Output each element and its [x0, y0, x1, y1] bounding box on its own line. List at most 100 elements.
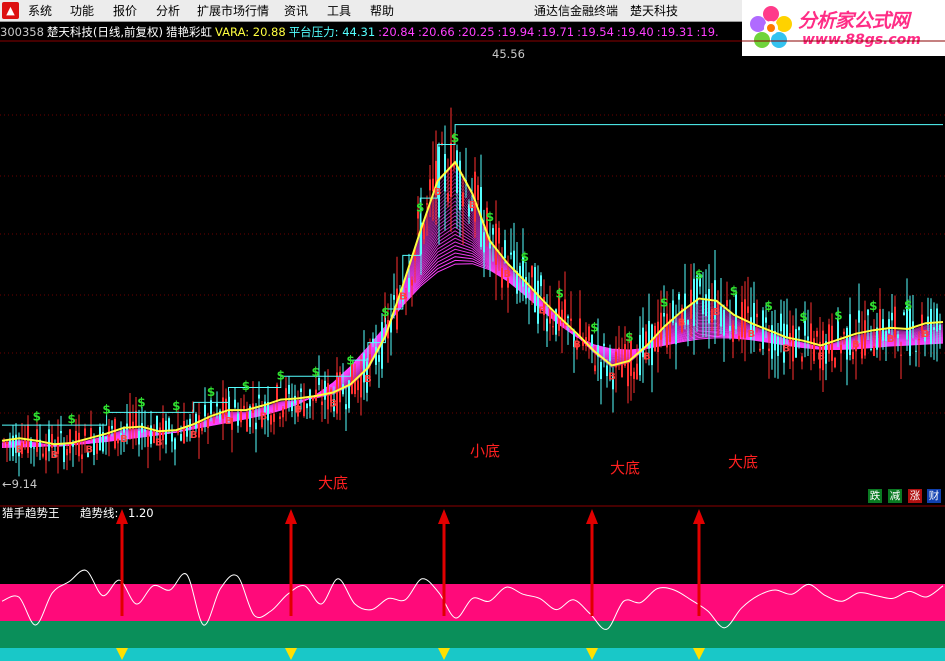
band-green: [0, 621, 945, 648]
flag-reduce[interactable]: 减: [888, 489, 902, 503]
buy-signal: $: [242, 379, 250, 393]
candle-body: [351, 363, 353, 394]
sell-signal: B: [50, 450, 58, 461]
stock-chart[interactable]: B $ B $ B $ B $ B $ B $ B $ B $ B $ B $ B $ B $ B $ B $ B $ B $ B $ B $ B $ B $…: [0, 40, 945, 661]
candle-body: [93, 439, 95, 455]
candle-body: [864, 320, 866, 356]
flag-rise[interactable]: 涨: [908, 489, 922, 503]
window-title-app: 通达信金融终端: [534, 4, 619, 18]
candle-body: [894, 306, 896, 338]
candle-body: [237, 413, 239, 426]
candle-body: [291, 402, 293, 412]
candle-body: [42, 453, 44, 457]
candle-body: [60, 430, 62, 434]
candle-body: [147, 435, 149, 447]
sell-signal: B: [922, 329, 930, 340]
candle-body: [234, 399, 236, 408]
candle-body: [792, 325, 794, 362]
buy-signal: $: [33, 410, 41, 424]
candle-body: [675, 322, 677, 345]
candle-body: [138, 430, 140, 445]
candle-body: [903, 312, 905, 316]
candle-body: [378, 355, 380, 362]
rainbow-line: [1, 215, 944, 447]
candle-body: [810, 323, 812, 343]
candle-body: [876, 327, 878, 350]
menu-item-help[interactable]: 帮助: [370, 3, 394, 19]
flag-finance[interactable]: 财: [927, 489, 941, 503]
candle-body: [63, 443, 65, 463]
menu-item-function[interactable]: 功能: [70, 3, 94, 19]
menu-item-extended-market[interactable]: 扩展市场行情: [197, 3, 269, 19]
candle-body: [720, 306, 722, 327]
candle-body: [456, 150, 458, 194]
buy-signal: $: [68, 412, 76, 426]
flag-fall[interactable]: 跌: [868, 489, 882, 503]
brand-name: 分析家公式网: [798, 10, 910, 32]
candle-body: [111, 425, 113, 429]
buy-signal: $: [834, 309, 842, 323]
candle-body: [915, 350, 917, 352]
sell-signal: B: [16, 444, 24, 455]
app-logo-icon[interactable]: ▲: [2, 2, 19, 19]
candle-body: [840, 344, 842, 354]
candle-body: [873, 346, 875, 357]
candle-body: [603, 343, 605, 346]
candle-body: [357, 380, 359, 391]
menu-item-news[interactable]: 资讯: [284, 3, 308, 19]
candle-body: [183, 421, 185, 444]
buy-signal: $: [102, 403, 110, 417]
level-value: :20.66: [417, 25, 455, 39]
buy-signal: $: [346, 353, 354, 367]
menu-item-quote[interactable]: 报价: [113, 3, 137, 19]
rainbow-line: [1, 248, 944, 448]
sell-signal: B: [538, 306, 546, 317]
candle-body: [822, 330, 824, 371]
candle-body: [780, 313, 782, 332]
buy-signal: $: [730, 284, 738, 298]
candle-body: [321, 401, 323, 406]
candle-body: [621, 364, 623, 378]
candle-body: [858, 310, 860, 323]
buy-signal: $: [277, 369, 285, 383]
annotation-big-bottom: 大底: [610, 459, 641, 477]
candle-body: [393, 295, 395, 300]
trend-value: 1.20: [128, 506, 154, 520]
level-value: :19.54: [577, 25, 614, 39]
candle-body: [546, 318, 548, 332]
candle-body: [180, 434, 182, 441]
lower-panel-name: 猎手趋势王: [2, 506, 60, 520]
candle-body: [447, 193, 449, 202]
level-value: :20.84: [378, 25, 415, 39]
menu-item-analysis[interactable]: 分析: [156, 3, 180, 19]
candle-body: [6, 441, 8, 445]
candle-body: [360, 373, 362, 398]
candle-body: [843, 331, 845, 335]
candle-body: [657, 321, 659, 353]
sell-signal: B: [190, 430, 198, 441]
candle-body: [540, 275, 542, 287]
level-value: :19.40: [616, 25, 654, 39]
sell-signal: B: [852, 340, 860, 351]
candle-body: [570, 318, 572, 321]
indicator-name: 猎艳彩虹: [166, 25, 213, 39]
sell-signal: B: [504, 269, 512, 280]
candle-body: [45, 447, 47, 461]
stock-code: 300358: [0, 25, 44, 39]
candle-body: [492, 228, 494, 235]
level-value: :20.25: [457, 25, 495, 39]
rainbow-line: [1, 252, 944, 448]
menu-item-system[interactable]: 系统: [28, 3, 52, 19]
candle-body: [609, 348, 611, 361]
candle-body: [567, 316, 569, 319]
candle-body: [288, 384, 290, 394]
sell-signal: B: [399, 292, 407, 303]
sell-signal: B: [260, 411, 268, 422]
candle-body: [30, 440, 32, 448]
candle-body: [171, 432, 173, 442]
candle-body: [66, 449, 68, 456]
candle-body: [936, 308, 938, 332]
menu-item-tools[interactable]: 工具: [327, 3, 351, 19]
buy-signal: $: [381, 305, 389, 319]
candle-body: [639, 334, 641, 376]
